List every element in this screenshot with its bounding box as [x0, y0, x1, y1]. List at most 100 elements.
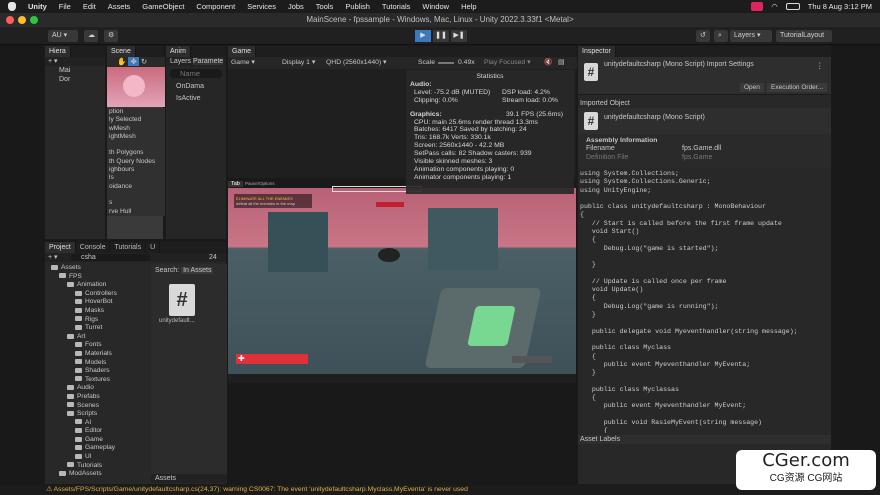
- hierarchy-item[interactable]: Dor: [59, 75, 105, 84]
- menu-gameobject[interactable]: GameObject: [142, 2, 184, 11]
- project-add-icon[interactable]: + ▾: [45, 254, 58, 261]
- tab-project[interactable]: Project: [45, 242, 76, 253]
- overlay-item[interactable]: ls: [109, 174, 165, 182]
- tab-hierarchy[interactable]: Hiera: [45, 46, 71, 57]
- overlay-item[interactable]: ly Selected: [109, 116, 165, 124]
- hand-tool-icon[interactable]: ✋: [117, 57, 126, 66]
- folder-item[interactable]: Textures: [45, 376, 149, 385]
- cloud-icon[interactable]: ☁: [84, 30, 98, 42]
- close-window-icon[interactable]: [6, 16, 14, 24]
- overlay-item[interactable]: th Polygons: [109, 149, 165, 157]
- overlay-item[interactable]: rve Hull: [109, 208, 165, 216]
- play-focused-dropdown[interactable]: Play Focused ▾: [484, 57, 531, 69]
- resolution-dropdown[interactable]: QHD (2560x1440) ▾: [326, 57, 386, 69]
- overlay-item[interactable]: ightMesh: [109, 133, 165, 141]
- overlay-item[interactable]: wMesh: [109, 125, 165, 133]
- game-view[interactable]: Tab Pause/Options ELIMINATE ALL THE ENEM…: [228, 178, 576, 374]
- folder-item[interactable]: Audio: [45, 384, 149, 393]
- definition-value[interactable]: fps.Game: [682, 153, 712, 162]
- tab-u[interactable]: U: [146, 242, 161, 253]
- tab-animator[interactable]: Anim: [166, 46, 191, 57]
- menu-tools[interactable]: Tools: [316, 2, 334, 11]
- folder-item[interactable]: Prefabs: [45, 393, 149, 402]
- menu-assets[interactable]: Assets: [108, 2, 131, 11]
- folder-item[interactable]: Models: [45, 359, 149, 368]
- parameters-tab[interactable]: Paramete: [192, 58, 224, 65]
- tab-scene[interactable]: Scene: [107, 46, 136, 57]
- folder-item[interactable]: Game: [45, 436, 149, 445]
- clock[interactable]: Thu 8 Aug 3:12 PM: [808, 2, 872, 11]
- search-icon[interactable]: ⌕: [714, 30, 728, 42]
- folder-item[interactable]: AI: [45, 419, 149, 428]
- folder-item[interactable]: Masks: [45, 307, 149, 316]
- parameter-item[interactable]: OnDama: [176, 81, 226, 93]
- project-search-input[interactable]: csha: [71, 254, 151, 261]
- overlay-item[interactable]: oidance: [109, 183, 165, 191]
- folder-item[interactable]: FPS: [45, 273, 149, 282]
- folder-item[interactable]: Controllers: [45, 290, 149, 299]
- play-button[interactable]: ▶: [415, 30, 431, 42]
- record-icon[interactable]: [751, 2, 764, 11]
- asset-name[interactable]: unitydefault...: [159, 318, 195, 324]
- folder-item[interactable]: Scenes: [45, 402, 149, 411]
- apple-menu[interactable]: [8, 2, 16, 11]
- hierarchy-item[interactable]: Mai: [59, 66, 105, 75]
- display-dropdown[interactable]: Display 1 ▾: [282, 57, 315, 69]
- apple-icon[interactable]: [8, 2, 16, 11]
- scale-slider[interactable]: [438, 62, 454, 64]
- menu-window[interactable]: Window: [422, 2, 449, 11]
- folder-item[interactable]: Art: [45, 333, 149, 342]
- step-button[interactable]: ▶❚: [451, 30, 467, 42]
- folder-item[interactable]: Materials: [45, 350, 149, 359]
- settings-icon[interactable]: ⚙: [104, 30, 118, 42]
- menu-help[interactable]: Help: [461, 2, 476, 11]
- tab-game[interactable]: Game: [228, 46, 257, 57]
- minimize-window-icon[interactable]: [18, 16, 26, 24]
- game-mode-dropdown[interactable]: Game ▾: [231, 57, 255, 69]
- folder-item[interactable]: Scripts: [45, 410, 149, 419]
- pause-button[interactable]: ❚❚: [433, 30, 449, 42]
- layers-tab[interactable]: Layers: [170, 58, 191, 65]
- app-menu[interactable]: Unity: [28, 2, 47, 11]
- history-icon[interactable]: ↺: [696, 30, 710, 42]
- folder-item[interactable]: Rigs: [45, 316, 149, 325]
- folder-item[interactable]: Gameplay: [45, 444, 149, 453]
- search-scope-button[interactable]: In Assets: [181, 267, 214, 274]
- folder-item[interactable]: ModAssets: [45, 470, 149, 476]
- menu-tutorials[interactable]: Tutorials: [382, 2, 410, 11]
- folder-item[interactable]: Animation: [45, 281, 149, 290]
- battery-icon[interactable]: [785, 3, 800, 10]
- account-button[interactable]: AU ▾: [48, 30, 78, 42]
- folder-item[interactable]: Fonts: [45, 341, 149, 350]
- add-icon[interactable]: + ▾: [48, 58, 58, 65]
- overlay-item[interactable]: ption: [109, 108, 165, 116]
- folder-item[interactable]: Tutorials: [45, 462, 149, 471]
- overlay-item[interactable]: [109, 191, 165, 199]
- layout-dropdown[interactable]: TutorialLayout ▾: [776, 30, 832, 51]
- menu-file[interactable]: File: [59, 2, 71, 11]
- menu-component[interactable]: Component: [196, 2, 235, 11]
- menu-jobs[interactable]: Jobs: [288, 2, 304, 11]
- folder-item[interactable]: HoverBot: [45, 298, 149, 307]
- param-search[interactable]: Name: [170, 69, 222, 78]
- folder-item[interactable]: Editor: [45, 427, 149, 436]
- folder-item[interactable]: Turret: [45, 324, 149, 333]
- tab-tutorials[interactable]: Tutorials: [110, 242, 147, 253]
- csharp-script-icon[interactable]: #: [169, 284, 195, 316]
- inspector-menu-icon[interactable]: ⋮: [816, 61, 824, 70]
- overlay-item[interactable]: ighbours: [109, 166, 165, 174]
- folder-item[interactable]: Shaders: [45, 367, 149, 376]
- overlay-item[interactable]: th Query Nodes: [109, 158, 165, 166]
- menu-edit[interactable]: Edit: [83, 2, 96, 11]
- menu-publish[interactable]: Publish: [345, 2, 370, 11]
- asset-labels-heading[interactable]: Asset Labels: [578, 435, 831, 444]
- zoom-window-icon[interactable]: [30, 16, 38, 24]
- menu-services[interactable]: Services: [247, 2, 276, 11]
- tab-inspector[interactable]: Inspector: [578, 46, 616, 57]
- execution-order-button[interactable]: Execution Order...: [767, 83, 828, 92]
- tab-console[interactable]: Console: [76, 242, 111, 253]
- mute-icon[interactable]: 🔇: [544, 57, 552, 69]
- wifi-icon[interactable]: ◠: [771, 2, 778, 11]
- overlay-item[interactable]: s: [109, 199, 165, 207]
- move-tool-icon[interactable]: ✥: [128, 57, 139, 66]
